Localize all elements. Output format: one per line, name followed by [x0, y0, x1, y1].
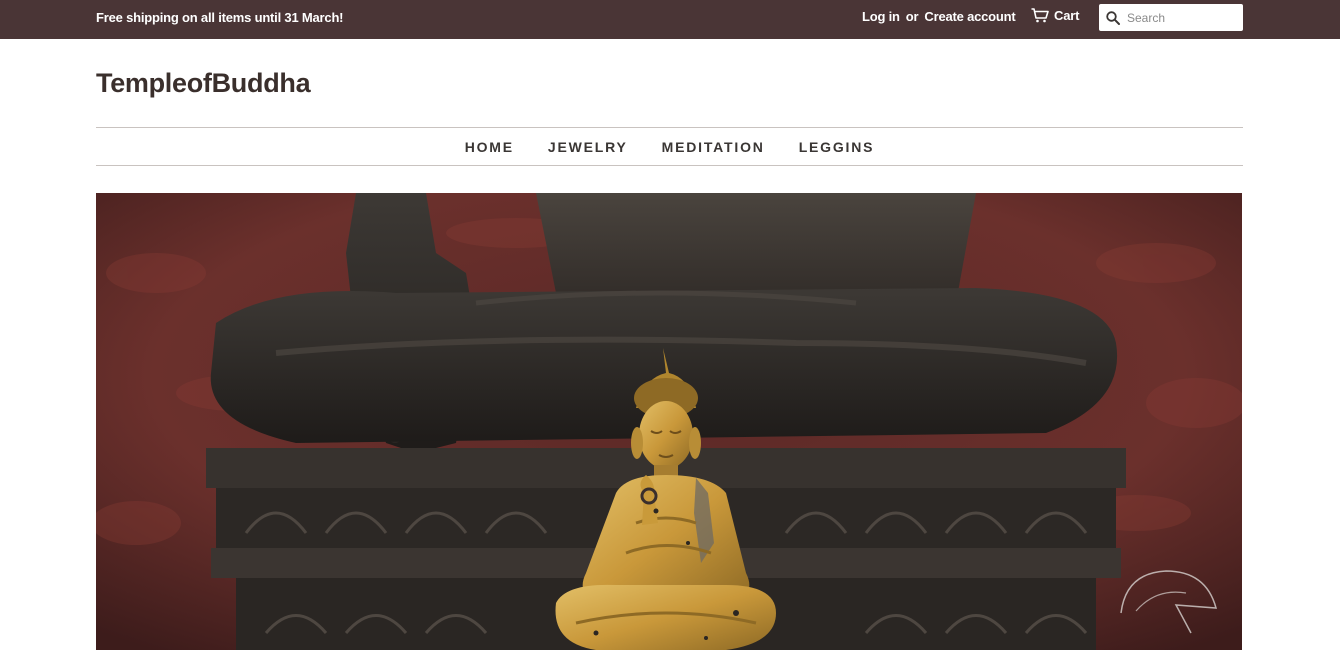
nav-item-meditation[interactable]: MEDITATION: [662, 139, 765, 155]
login-link[interactable]: Log in: [862, 9, 900, 24]
cart-label: Cart: [1054, 8, 1080, 23]
main-nav: HOME JEWELRY MEDITATION LEGGINS: [96, 127, 1243, 166]
or-text: or: [905, 9, 919, 24]
cart-icon: [1031, 8, 1049, 23]
announcement-text: Free shipping on all items until 31 Marc…: [96, 10, 344, 25]
nav-item-home[interactable]: HOME: [465, 139, 514, 155]
nav-item-jewelry[interactable]: JEWELRY: [548, 139, 628, 155]
site-logo[interactable]: TempleofBuddha: [96, 68, 311, 99]
buddha-statue-image: [96, 193, 1242, 650]
hero-banner[interactable]: [96, 193, 1242, 650]
top-bar: Free shipping on all items until 31 Marc…: [0, 0, 1340, 39]
create-account-link[interactable]: Create account: [924, 9, 1015, 24]
nav-item-leggins[interactable]: LEGGINS: [799, 139, 875, 155]
search-box: [1099, 4, 1243, 31]
search-input[interactable]: [1125, 7, 1237, 28]
cart-link[interactable]: Cart: [1031, 8, 1079, 23]
account-links: Log in or Create account: [862, 9, 1016, 24]
search-icon[interactable]: [1105, 10, 1121, 26]
